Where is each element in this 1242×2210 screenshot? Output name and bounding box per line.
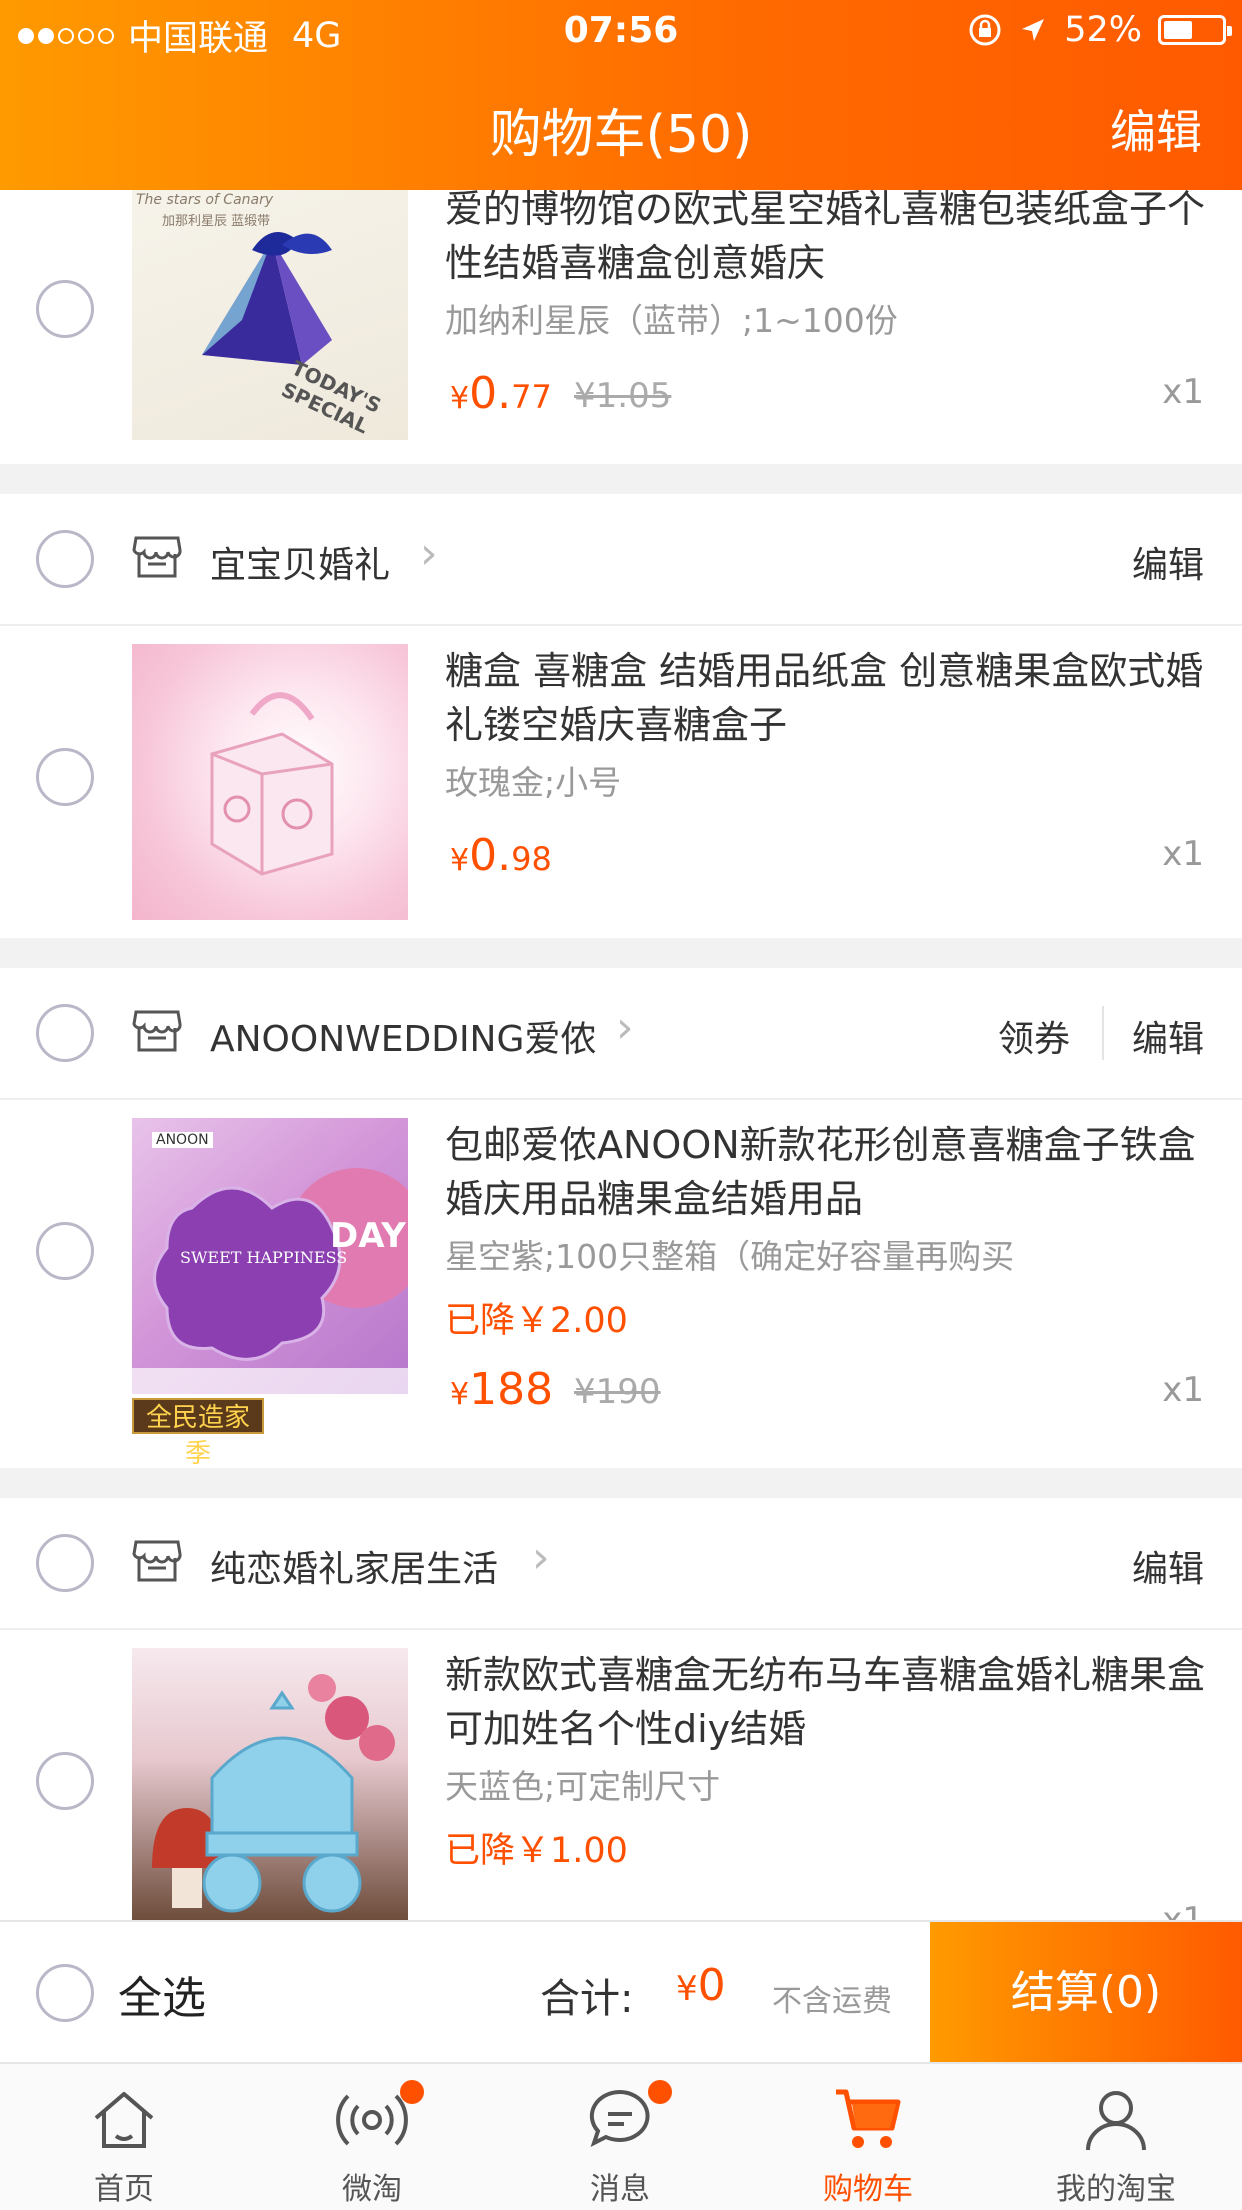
- product-sku[interactable]: 加纳利星辰（蓝带）;1~100份: [445, 294, 898, 342]
- item-quantity[interactable]: x1: [1162, 1900, 1204, 1920]
- cart-icon: [836, 2089, 901, 2148]
- tab-messages[interactable]: 消息: [520, 2064, 720, 2210]
- image-caption-sub: 加那利星辰 蓝缎带: [162, 214, 271, 229]
- cart-item-card: The stars of Canary 加那利星辰 蓝缎带 TODAY'S SP…: [0, 190, 1242, 464]
- product-title[interactable]: 糖盒 喜糖盒 结婚用品纸盒 创意糖果盒欧式婚礼镂空婚庆喜糖盒子: [445, 644, 1215, 752]
- broadcast-icon: [336, 2094, 408, 2146]
- chevron-right-icon[interactable]: ›: [420, 528, 438, 579]
- checkout-button[interactable]: 结算(0): [930, 1922, 1242, 2064]
- battery-percent: 52%: [1064, 10, 1142, 50]
- product-title[interactable]: 爱的博物馆の欧式星空婚礼喜糖包装纸盒子个性结婚喜糖盒创意婚庆: [445, 190, 1215, 290]
- tab-home[interactable]: 首页: [24, 2064, 224, 2210]
- product-image-art: [210, 692, 334, 876]
- image-brand: ANOON: [152, 1132, 213, 1148]
- shop-edit-button[interactable]: 编辑: [1132, 1010, 1204, 1062]
- home-icon: [94, 2092, 154, 2148]
- shop-card: 纯恋婚礼家居生活 › 编辑 新款欧式喜糖盒无纺布马车喜糖盒婚礼糖果盒可加姓名个性…: [0, 1498, 1242, 1920]
- user-icon: [1086, 2091, 1146, 2151]
- item-checkbox[interactable]: [36, 1752, 94, 1810]
- price-drop-label: 已降￥2.00: [445, 1301, 628, 1341]
- product-title[interactable]: 包邮爱侬ANOON新款花形创意喜糖盒子铁盒 婚庆用品糖果盒结婚用品: [445, 1118, 1215, 1226]
- item-checkbox[interactable]: [36, 280, 94, 338]
- product-title[interactable]: 新款欧式喜糖盒无纺布马车喜糖盒婚礼糖果盒可加姓名个性diy结婚: [445, 1648, 1215, 1756]
- notification-badge: [400, 2080, 424, 2104]
- tab-label: 我的淘宝: [1056, 2172, 1176, 2207]
- item-checkbox[interactable]: [36, 1222, 94, 1280]
- select-all-label[interactable]: 全选: [118, 1962, 206, 2026]
- item-quantity[interactable]: x1: [1162, 372, 1204, 412]
- shop-card: ANOONWEDDING爱侬 › 领券 编辑 ANOON SWEET HAPPI…: [0, 968, 1242, 1469]
- product-image[interactable]: The stars of Canary 加那利星辰 蓝缎带 TODAY'S SP…: [132, 190, 408, 440]
- shop-header: 宜宝贝婚礼 › 编辑: [0, 494, 1242, 626]
- item-checkbox[interactable]: [36, 748, 94, 806]
- cart-list[interactable]: The stars of Canary 加那利星辰 蓝缎带 TODAY'S SP…: [0, 190, 1242, 1920]
- store-icon: [132, 1010, 182, 1052]
- total-amount: ¥0: [676, 1960, 726, 2011]
- store-icon: [132, 1540, 182, 1582]
- battery-icon: [1158, 15, 1232, 45]
- divider: [1102, 1006, 1104, 1060]
- item-quantity[interactable]: x1: [1162, 1370, 1204, 1410]
- original-price: ¥190: [574, 1372, 661, 1412]
- tab-label: 购物车: [823, 2172, 913, 2207]
- original-price: ¥1.05: [574, 376, 672, 416]
- shop-checkbox[interactable]: [36, 530, 94, 588]
- shop-name[interactable]: ANOONWEDDING爱侬: [210, 1010, 596, 1062]
- top-bar: 中国联通 4G 07:56 52% 购物车(50) 编辑: [0, 0, 1242, 190]
- image-caption-top: The stars of Canary: [136, 192, 274, 208]
- item-quantity[interactable]: x1: [1162, 834, 1204, 874]
- shop-card: 宜宝贝婚礼 › 编辑 糖盒 喜糖盒 结婚用品纸盒 创意糖果盒欧式婚礼镂空婚庆喜糖…: [0, 494, 1242, 938]
- shop-header: 纯恋婚礼家居生活 › 编辑: [0, 1498, 1242, 1630]
- chevron-right-icon[interactable]: ›: [532, 1532, 550, 1583]
- header-edit-button[interactable]: 编辑: [1110, 96, 1202, 162]
- tab-my-taobao[interactable]: 我的淘宝: [1016, 2064, 1216, 2210]
- status-right: 52%: [968, 10, 1232, 50]
- total-label: 合计:: [540, 1976, 634, 2022]
- tab-weitao[interactable]: 微淘: [272, 2064, 472, 2210]
- tab-label: 消息: [590, 2172, 650, 2207]
- product-image[interactable]: ANOON SWEET HAPPINESS DAY: [132, 1118, 408, 1394]
- select-all-checkbox[interactable]: [36, 1964, 94, 2022]
- shop-header: ANOONWEDDING爱侬 › 领券 编辑: [0, 968, 1242, 1100]
- product-sku[interactable]: 玫瑰金;小号: [445, 756, 621, 804]
- image-text: SWEET HAPPINESS: [180, 1248, 348, 1267]
- product-sku[interactable]: 星空紫;100只整箱（确定好容量再购买: [445, 1230, 1014, 1278]
- tab-label: 微淘: [342, 2172, 402, 2207]
- shop-edit-button[interactable]: 编辑: [1132, 1540, 1204, 1592]
- shop-edit-button[interactable]: 编辑: [1132, 536, 1204, 588]
- shipping-note: 不含运费: [772, 1984, 892, 2019]
- notification-badge: [648, 2080, 672, 2104]
- shop-name[interactable]: 纯恋婚礼家居生活: [210, 1540, 498, 1592]
- product-image[interactable]: [132, 644, 408, 920]
- product-image-art: [152, 1674, 395, 1913]
- page-title: 购物车(50): [489, 105, 753, 165]
- location-arrow-icon: [1022, 19, 1045, 41]
- rotation-lock-icon: [969, 14, 1001, 46]
- checkout-bar: 全选 合计: ¥0 不含运费 结算(0): [0, 1920, 1242, 2064]
- product-sku[interactable]: 天蓝色;可定制尺寸: [445, 1760, 720, 1808]
- shop-name[interactable]: 宜宝贝婚礼: [210, 536, 390, 588]
- tab-bar: 首页 微淘 消息 购物车 我的淘宝: [0, 2062, 1242, 2210]
- shop-checkbox[interactable]: [36, 1534, 94, 1592]
- tab-label: 首页: [94, 2172, 154, 2207]
- product-price: ¥188: [450, 1364, 554, 1415]
- promo-tag: 全民造家季: [132, 1398, 264, 1469]
- product-image[interactable]: [132, 1648, 408, 1920]
- image-text-2: DAY: [330, 1216, 406, 1256]
- status-bar: 中国联通 4G 07:56 52%: [0, 0, 1242, 62]
- product-price: ¥0.77: [450, 368, 552, 419]
- price-drop-label: 已降￥1.00: [445, 1831, 628, 1871]
- store-icon: [132, 536, 182, 578]
- tab-cart[interactable]: 购物车: [768, 2064, 968, 2210]
- coupon-button[interactable]: 领券: [998, 1010, 1070, 1062]
- shop-checkbox[interactable]: [36, 1004, 94, 1062]
- chevron-right-icon[interactable]: ›: [616, 1002, 634, 1053]
- product-price: ¥0.98: [450, 830, 552, 881]
- message-icon: [589, 2089, 650, 2147]
